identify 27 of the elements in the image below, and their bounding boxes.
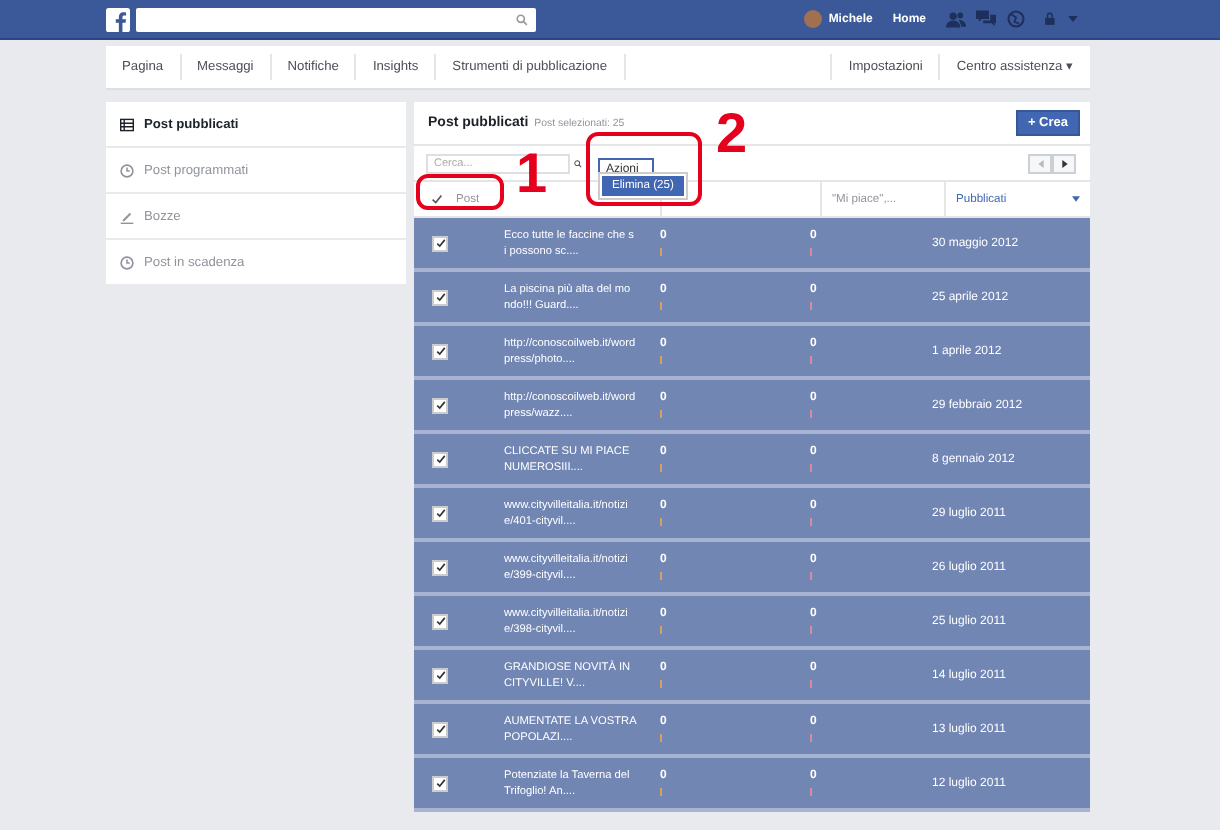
checkbox[interactable] [432,721,448,737]
annotation-ring [586,132,702,206]
search-icon [516,13,528,25]
search-icon [574,159,582,167]
left-triangle-icon [1037,159,1043,167]
checkbox[interactable] [432,343,448,359]
sort-caret-icon [1072,196,1080,202]
checkbox[interactable] [432,235,448,251]
checkbox[interactable] [432,667,448,683]
checkbox[interactable] [432,613,448,629]
annotation-number: 2 [716,106,748,162]
checkbox[interactable] [432,397,448,413]
search-field[interactable] [136,7,536,31]
next-page-button[interactable] [1052,153,1076,173]
select-all-checkmark-icon[interactable] [432,194,442,204]
checkbox[interactable] [432,289,448,305]
pencil-icon [120,209,134,223]
checkbox[interactable] [432,775,448,791]
checkbox[interactable] [432,451,448,467]
list-icon [120,117,134,131]
checkbox[interactable] [432,559,448,575]
checkbox[interactable] [432,505,448,521]
right-triangle-icon [1061,159,1067,167]
clock-icon [120,255,134,269]
annotation-ring [416,174,504,210]
clock-icon [120,163,134,177]
logo-icon[interactable] [106,7,130,31]
